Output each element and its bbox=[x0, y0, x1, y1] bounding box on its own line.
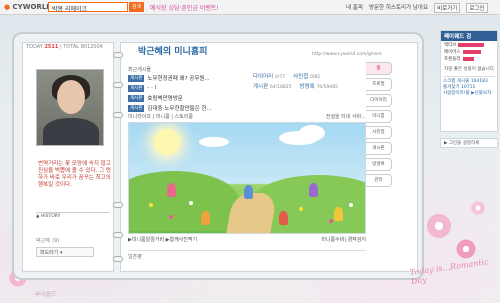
activity-bar: 액티브 bbox=[444, 42, 494, 48]
board-tag: 게시판 bbox=[128, 94, 145, 102]
cyworld-logo[interactable]: ● CYWORLD bbox=[4, 3, 52, 11]
binder-ring bbox=[113, 52, 123, 58]
character bbox=[201, 211, 210, 225]
binder-ring bbox=[113, 256, 123, 262]
binder-ring bbox=[113, 82, 123, 88]
cloud bbox=[299, 125, 325, 141]
list-item[interactable]: 게시판 김대중·노무현할만들은 한... bbox=[128, 103, 248, 113]
character bbox=[244, 185, 253, 199]
list-item[interactable]: 게시판 - · l bbox=[128, 83, 248, 93]
goto-button[interactable]: 비로가기 bbox=[434, 3, 461, 13]
side-panel-title: 쩨이웨드 검 bbox=[441, 31, 497, 41]
photo-face bbox=[57, 80, 85, 114]
list-item[interactable]: 게시판 효림벽만명방문 bbox=[128, 93, 248, 103]
history-toggle[interactable]: ▲ HISTORY bbox=[36, 212, 110, 219]
search-button[interactable]: 검색 bbox=[129, 2, 144, 12]
flower-dot bbox=[189, 201, 193, 205]
top-bar: ● CYWORLD 박봉 리에이크 검색 예식장 싱담·혼인금 이벤트! 내 홈… bbox=[0, 0, 500, 15]
photo-shirt bbox=[43, 118, 99, 145]
gift-link[interactable]: 사람중이미!폴 ▶선물보자 bbox=[443, 90, 495, 96]
tab-miniroom[interactable]: 미니룸 bbox=[366, 110, 392, 123]
binder-rings bbox=[113, 52, 123, 262]
flower-dot bbox=[299, 207, 303, 211]
stat-row[interactable]: 게시판 64/18825 방명록 76/59485 bbox=[253, 82, 353, 92]
promo-link[interactable]: 예식장 싱담·혼인금 이벤트! bbox=[150, 3, 219, 12]
bar-fill bbox=[462, 57, 474, 61]
menu-tabs: 홈 프로필 다이어리 미니룸 사진첩 게시판 방명록 관리 bbox=[366, 62, 392, 190]
activity-bar: 프렌들리 bbox=[444, 56, 494, 62]
flower-decoration bbox=[455, 238, 477, 260]
tab-board[interactable]: 게시판 bbox=[366, 142, 392, 155]
flower-decoration bbox=[470, 200, 486, 216]
recent-posts-label: 최근게시물 bbox=[128, 67, 152, 73]
mini-room-bgm[interactable]: 전설을 타네 샤바... bbox=[326, 113, 366, 120]
mini-room-actions[interactable]: ▶미니룸알릴거비 ▶함께사진찍기 bbox=[128, 236, 197, 243]
page-title: 박근혜의 미니홈피 bbox=[138, 47, 208, 57]
character bbox=[309, 183, 318, 197]
side-panel-note: 자랑 좋은 성볼이 없습니다 bbox=[444, 67, 494, 72]
recent-posts-list: 게시판 노무현정권때 왜? 공무원... 게시판 - · l 게시판 효림벽만명방문 … bbox=[128, 73, 248, 113]
mini-room-info[interactable]: 미니룸수비| 경작검지 bbox=[321, 236, 366, 243]
list-item[interactable]: 게시판 노무현정권때 왜? 공무원... bbox=[128, 73, 248, 83]
scrap-stats: 스크랩 게시물 164183 즐겨찾기 10711 사람중이미!폴 ▶선물보자 bbox=[443, 76, 495, 96]
binder-ring bbox=[113, 112, 123, 118]
tab-diary[interactable]: 다이어리 bbox=[366, 94, 392, 107]
board-tag: 게시판 bbox=[128, 74, 145, 82]
my-home-link[interactable]: 내 홈피 bbox=[346, 3, 363, 13]
mini-room-tabs[interactable]: 미니라이프 | 미니룸 | 스토리룸 bbox=[128, 113, 193, 120]
binder-ring bbox=[113, 232, 123, 238]
flower-dot bbox=[349, 203, 353, 207]
flower-dot bbox=[149, 203, 153, 207]
bar-fill bbox=[458, 43, 485, 47]
tab-admin[interactable]: 관리 bbox=[366, 174, 392, 187]
tab-guestbook[interactable]: 방명록 bbox=[366, 158, 392, 171]
pado-select[interactable]: 파도타기 ▾ bbox=[36, 247, 94, 257]
profile-quote: 번역거리는 꽃 모양에 속지 않고 진심을 벅뽑에 볼 수 있다. 그 렁하가 … bbox=[38, 161, 111, 188]
side-panel: 쩨이웨드 검 액티브 페이머스 프렌들리 자랑 좋은 성볼이 없습니다 스크랩 … bbox=[440, 30, 498, 132]
binder-ring bbox=[113, 202, 123, 208]
home-url[interactable]: http://www.cyworld.com/ghism bbox=[312, 52, 382, 57]
bar-fill bbox=[462, 50, 481, 54]
brand-watermark: 싸이월드 bbox=[34, 291, 57, 298]
tab-profile[interactable]: 프로필 bbox=[366, 78, 392, 91]
top-nav: 내 홈피 방문한 히스토리가 남아요 비로가기 로그인 bbox=[346, 3, 488, 13]
history-link[interactable]: 방문한 히스토리가 남아요 bbox=[369, 3, 428, 13]
search-input[interactable]: 박봉 리에이크 bbox=[48, 2, 128, 13]
owner-name[interactable]: 박근혜 (9) bbox=[36, 236, 59, 244]
ilchon-comments[interactable]: 일촌평 bbox=[128, 250, 366, 260]
mini-room-header: 미니라이프 | 미니룸 | 스토리룸 전설을 타네 샤바... bbox=[128, 113, 366, 120]
login-button[interactable]: 로그인 bbox=[466, 3, 488, 13]
character bbox=[167, 183, 176, 197]
board-tag: 게시판 bbox=[128, 104, 145, 112]
board-tag: 게시판 bbox=[128, 84, 145, 92]
profile-photo bbox=[36, 69, 104, 146]
character bbox=[334, 207, 343, 221]
tab-photos[interactable]: 사진첩 bbox=[366, 126, 392, 139]
flower-dot bbox=[169, 215, 173, 219]
bgm-player[interactable]: ▶ 그인을 설정하세 bbox=[440, 138, 498, 148]
cloud bbox=[199, 137, 229, 147]
hill bbox=[129, 171, 239, 231]
mini-room-image bbox=[128, 122, 366, 234]
sun-icon bbox=[154, 129, 180, 155]
flower-dot bbox=[329, 219, 333, 223]
tab-home[interactable]: 홈 bbox=[366, 62, 392, 75]
visitor-counter: TODAY 2511 | TOTAL 8012004 bbox=[26, 44, 103, 50]
mini-room-caption: ▶미니룸알릴거비 ▶함께사진찍기 미니룸수비| 경작검지 bbox=[128, 236, 366, 243]
stat-row[interactable]: 다이어리 0/77 사진첩 0/85 bbox=[253, 72, 353, 82]
flower-decoration bbox=[425, 212, 453, 240]
character bbox=[279, 211, 288, 225]
board-stats: 다이어리 0/77 사진첩 0/85 게시판 64/18825 방명록 76/594… bbox=[253, 72, 353, 92]
activity-bar: 페이머스 bbox=[444, 49, 494, 55]
